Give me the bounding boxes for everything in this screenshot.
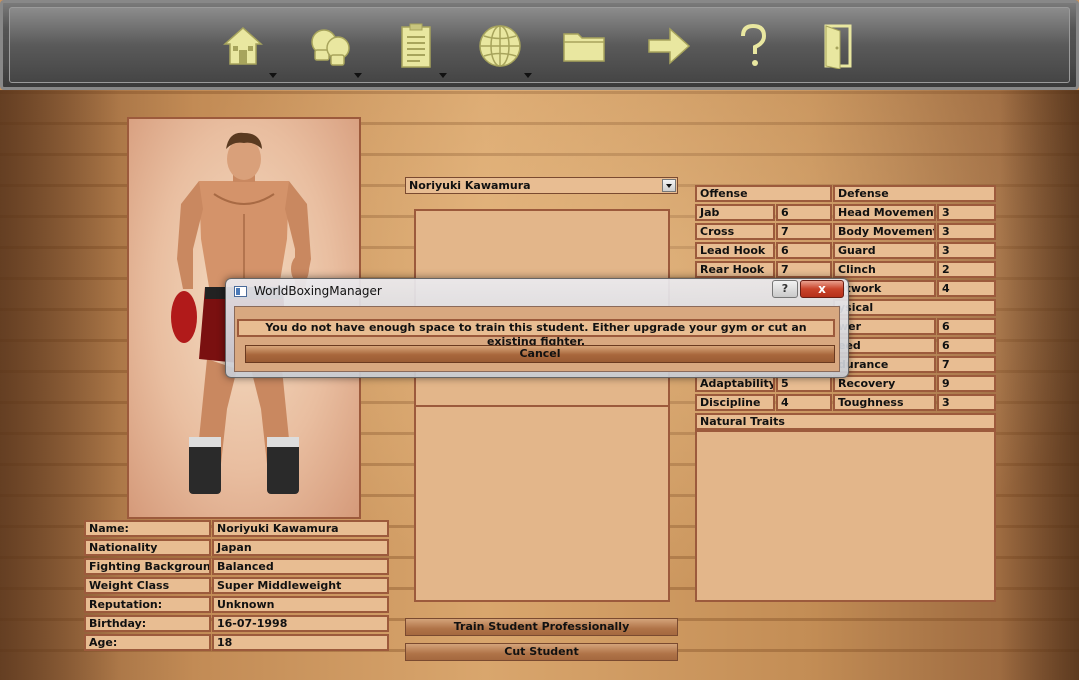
stat-label-rear-hook: Rear Hook <box>695 261 775 278</box>
main-toolbar <box>0 0 1079 90</box>
stat-label-toughness: Toughness <box>833 394 936 411</box>
defense-header: Defense <box>833 185 996 202</box>
clipboard-icon <box>401 23 431 68</box>
stat-label-head-movement: Head Movement <box>833 204 936 221</box>
stat-value-rear-hook: 7 <box>776 261 832 278</box>
stat-label-jab: Jab <box>695 204 775 221</box>
stat-label-body-movement: Body Movement <box>833 223 936 240</box>
background-equipment <box>1000 90 1079 680</box>
load-button[interactable] <box>559 21 609 71</box>
help-button[interactable] <box>728 21 778 71</box>
natural-traits-panel <box>695 430 996 602</box>
stat-label-recovery: Recovery <box>833 375 936 392</box>
fighters-button[interactable] <box>305 21 355 71</box>
info-value-weight-class: Super Middleweight <box>212 577 389 594</box>
stat-value-clinch: 2 <box>937 261 996 278</box>
stat-value-lead-hook: 6 <box>776 242 832 259</box>
exit-button[interactable] <box>813 21 863 71</box>
stat-label-clinch: Clinch <box>833 261 936 278</box>
stat-value-endurance: 7 <box>937 356 996 373</box>
info-value-nationality: Japan <box>212 539 389 556</box>
train-student-button[interactable]: Train Student Professionally <box>405 618 678 636</box>
stat-value-recovery: 9 <box>937 375 996 392</box>
help-icon <box>741 23 767 66</box>
info-value-birthday: 16-07-1998 <box>212 615 389 632</box>
stat-value-body-movement: 3 <box>937 223 996 240</box>
stat-label-lead-hook: Lead Hook <box>695 242 775 259</box>
info-label-background: Fighting Background: <box>84 558 211 575</box>
arrow-right-icon <box>648 27 691 65</box>
schedule-button[interactable] <box>391 21 441 71</box>
info-label-age: Age: <box>84 634 211 651</box>
home-menu-chevron-down-icon[interactable] <box>269 73 277 78</box>
stat-value-power: 6 <box>937 318 996 335</box>
schedule-menu-chevron-down-icon[interactable] <box>439 73 447 78</box>
stat-value-cross: 7 <box>776 223 832 240</box>
offense-header: Offense <box>695 185 832 202</box>
info-value-age: 18 <box>212 634 389 651</box>
home-button[interactable] <box>218 21 268 71</box>
stat-value-speed: 6 <box>937 337 996 354</box>
dialog-help-button[interactable]: ? <box>772 280 798 298</box>
natural-traits-header: Natural Traits <box>695 413 996 430</box>
folder-icon <box>563 33 605 62</box>
stat-value-head-movement: 3 <box>937 204 996 221</box>
stat-value-footwork: 4 <box>937 280 996 297</box>
dialog-message: You do not have enough space to train th… <box>237 319 835 348</box>
app-window-icon <box>234 286 247 297</box>
student-details-panel <box>414 405 670 602</box>
stat-label-guard: Guard <box>833 242 936 259</box>
dialog-title: WorldBoxingManager <box>254 284 382 298</box>
info-value-reputation: Unknown <box>212 596 389 613</box>
dialog-cancel-button[interactable]: Cancel <box>245 345 835 363</box>
stat-label-cross: Cross <box>695 223 775 240</box>
dialog-close-button[interactable]: x <box>800 280 844 298</box>
exit-door-icon <box>824 24 852 69</box>
boxing-gloves-icon <box>311 29 350 66</box>
continue-button[interactable] <box>644 21 694 71</box>
fighters-menu-chevron-down-icon[interactable] <box>354 73 362 78</box>
stat-value-jab: 6 <box>776 204 832 221</box>
world-button[interactable] <box>475 21 525 71</box>
info-label-name: Name: <box>84 520 211 537</box>
stat-value-toughness: 3 <box>937 394 996 411</box>
stat-value-discipline: 4 <box>776 394 832 411</box>
toolbar-surface <box>9 7 1070 83</box>
stat-label-discipline: Discipline <box>695 394 775 411</box>
chevron-down-icon[interactable] <box>662 179 676 192</box>
student-select-value: Noriyuki Kawamura <box>409 179 531 192</box>
cut-student-button[interactable]: Cut Student <box>405 643 678 661</box>
info-label-weight-class: Weight Class <box>84 577 211 594</box>
info-label-reputation: Reputation: <box>84 596 211 613</box>
student-select[interactable]: Noriyuki Kawamura <box>405 177 678 194</box>
stat-value-guard: 3 <box>937 242 996 259</box>
globe-icon <box>479 25 521 67</box>
home-icon <box>223 26 263 65</box>
info-value-name: Noriyuki Kawamura <box>212 520 389 537</box>
world-menu-chevron-down-icon[interactable] <box>524 73 532 78</box>
message-dialog: WorldBoxingManager ? x You do not have e… <box>225 278 849 378</box>
info-label-birthday: Birthday: <box>84 615 211 632</box>
physical-header: ysical <box>833 299 996 316</box>
info-value-background: Balanced <box>212 558 389 575</box>
info-label-nationality: Nationality <box>84 539 211 556</box>
